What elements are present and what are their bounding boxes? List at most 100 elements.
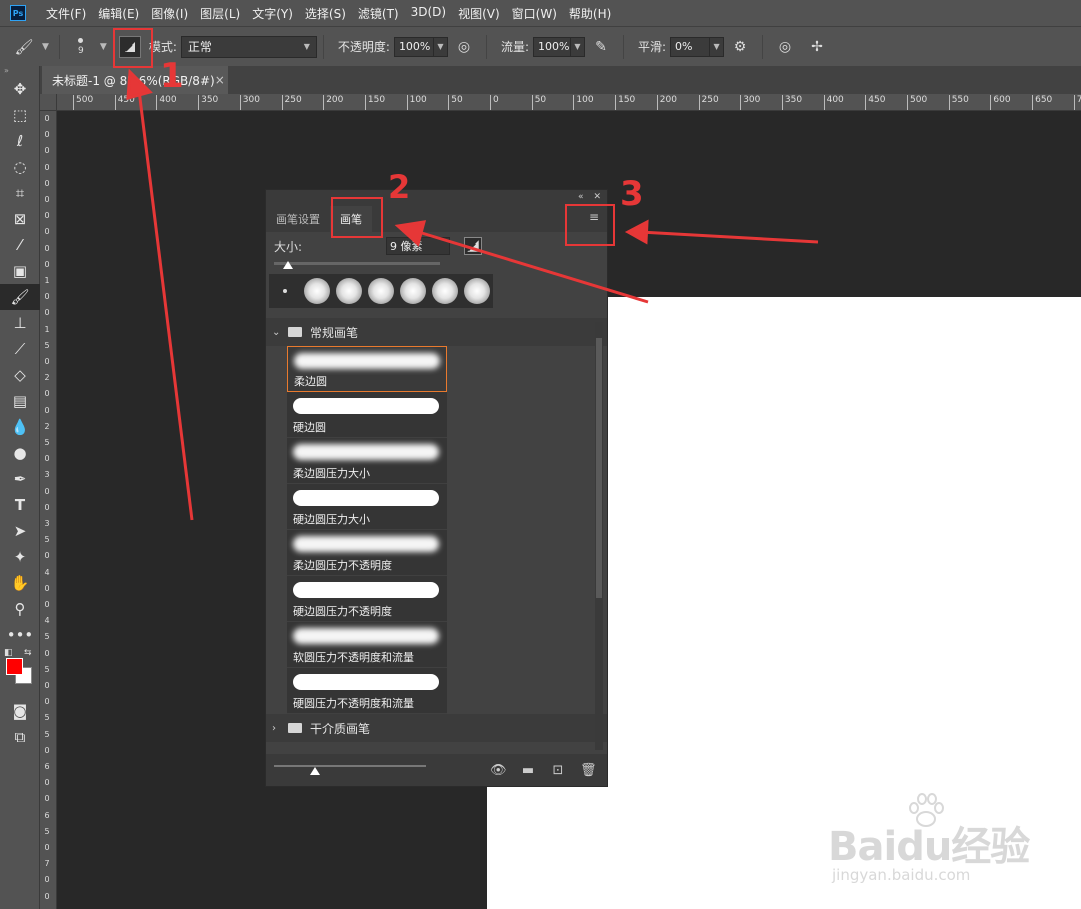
- recent-brush[interactable]: [333, 275, 365, 307]
- flow-input[interactable]: 100%: [532, 36, 571, 57]
- menu-item[interactable]: 3D(D): [405, 5, 452, 22]
- trash-icon[interactable]: 🗑: [580, 763, 597, 778]
- annotation-box-3: [565, 204, 615, 246]
- brush-group-folder[interactable]: › 干介质画笔: [266, 714, 607, 742]
- marquee-tool-icon[interactable]: ⬚: [0, 102, 40, 128]
- recent-brush[interactable]: [269, 275, 301, 307]
- new-brush-icon[interactable]: ⊡: [550, 763, 566, 778]
- recent-brush[interactable]: [301, 275, 333, 307]
- pressure-size-icon[interactable]: ◎: [773, 35, 797, 59]
- size-input[interactable]: 9 像素: [386, 237, 450, 255]
- airbrush-icon[interactable]: ✎: [589, 35, 613, 59]
- new-group-folder-icon[interactable]: ▬: [520, 763, 536, 778]
- type-tool-icon[interactable]: T: [0, 492, 40, 518]
- quick-selection-tool-icon[interactable]: ◌: [0, 154, 40, 180]
- brush-preset-item[interactable]: 柔边圆压力大小: [287, 438, 447, 484]
- recent-brush[interactable]: [429, 275, 461, 307]
- opacity-dropdown-button[interactable]: ▼: [433, 36, 448, 57]
- brush-preset-item[interactable]: 软圆压力不透明度和流量: [287, 622, 447, 668]
- chevron-down-icon[interactable]: ▼: [42, 42, 49, 52]
- brush-settings-toggle-icon[interactable]: [464, 237, 482, 255]
- custom-shape-tool-icon[interactable]: ✦: [0, 544, 40, 570]
- panel-footer: 👁 ▬ ⊡ 🗑: [266, 754, 607, 786]
- menu-item[interactable]: 帮助(H): [563, 5, 617, 22]
- brush-preset-item[interactable]: 硬边圆压力不透明度: [287, 576, 447, 622]
- foreground-color-swatch[interactable]: [6, 658, 23, 675]
- tab-brush-settings[interactable]: 画笔设置: [266, 206, 330, 232]
- menu-item[interactable]: 选择(S): [299, 5, 352, 22]
- menu-item[interactable]: 视图(V): [452, 5, 506, 22]
- quick-mask-icon[interactable]: ◙: [0, 698, 40, 724]
- document-tab[interactable]: 未标题-1 @ 82.6%(RGB/8#) ×: [42, 66, 228, 94]
- brush-preset-picker[interactable]: 9: [66, 30, 96, 64]
- pressure-opacity-icon[interactable]: ◎: [452, 35, 476, 59]
- menu-item[interactable]: 文字(Y): [246, 5, 299, 22]
- panel-collapse-icon[interactable]: »: [0, 66, 39, 76]
- mode-select[interactable]: 正常 ▼: [180, 35, 317, 58]
- clone-stamp-tool-icon[interactable]: ⊥: [0, 310, 40, 336]
- toggle-brush-preview-icon[interactable]: 👁: [490, 763, 507, 778]
- chevron-down-icon[interactable]: ⌄: [272, 327, 284, 338]
- zoom-tool-icon[interactable]: ⚲: [0, 596, 40, 622]
- blur-tool-icon[interactable]: 💧: [0, 414, 40, 440]
- swap-colors-icon[interactable]: ⇆: [24, 648, 32, 658]
- thumbnail-size-slider[interactable]: [274, 763, 426, 777]
- slider-knob[interactable]: [310, 767, 320, 775]
- brush-stroke-preview: [293, 582, 439, 598]
- ruler-tick-label: 0: [44, 357, 50, 366]
- path-selection-tool-icon[interactable]: ➤: [0, 518, 40, 544]
- brush-group-folder[interactable]: ⌄ 常规画笔: [266, 318, 607, 346]
- close-icon[interactable]: ×: [215, 73, 225, 87]
- screen-mode-icon[interactable]: ⧉: [0, 724, 40, 750]
- crop-tool-icon[interactable]: ⌗: [0, 180, 40, 206]
- brush-list-scrollbar[interactable]: [595, 322, 603, 750]
- symmetry-butterfly-icon[interactable]: ✢: [805, 35, 829, 59]
- gradient-tool-icon[interactable]: ▤: [0, 388, 40, 414]
- default-colors-icon[interactable]: ◧: [4, 648, 13, 658]
- collapse-panel-icon[interactable]: «: [578, 192, 584, 202]
- size-slider[interactable]: [274, 260, 599, 272]
- dodge-tool-icon[interactable]: ●: [0, 440, 40, 466]
- pen-tool-icon[interactable]: ✒: [0, 466, 40, 492]
- scrollbar-thumb[interactable]: [596, 338, 602, 598]
- divider: [58, 34, 60, 59]
- menu-item[interactable]: 文件(F): [40, 5, 92, 22]
- brush-preset-item[interactable]: 硬圆压力不透明度和流量: [287, 668, 447, 714]
- recent-brush[interactable]: [397, 275, 429, 307]
- gear-icon[interactable]: ⚙: [728, 35, 752, 59]
- hand-tool-icon[interactable]: ✋: [0, 570, 40, 596]
- eraser-tool-icon[interactable]: ◇: [0, 362, 40, 388]
- brush-preset-item[interactable]: 柔边圆压力不透明度: [287, 530, 447, 576]
- ruler-tick-label: 5: [44, 535, 50, 545]
- brush-tool-preset-icon[interactable]: 🖌: [10, 33, 38, 61]
- divider: [322, 34, 324, 59]
- menu-item[interactable]: 窗口(W): [506, 5, 563, 22]
- slider-knob[interactable]: [283, 261, 293, 269]
- frame-tool-icon[interactable]: ⊠: [0, 206, 40, 232]
- smoothing-input[interactable]: 0%: [670, 36, 711, 57]
- brush-tool-icon[interactable]: 🖌: [0, 284, 40, 310]
- smoothing-dropdown-button[interactable]: ▼: [710, 36, 725, 57]
- opacity-input[interactable]: 100%: [393, 36, 434, 57]
- history-brush-tool-icon[interactable]: ⟋: [0, 336, 40, 362]
- brush-preset-item[interactable]: 硬边圆: [287, 392, 447, 438]
- brush-preset-item[interactable]: 硬边圆压力大小: [287, 484, 447, 530]
- recent-brush[interactable]: [365, 275, 397, 307]
- lasso-tool-icon[interactable]: ℓ: [0, 128, 40, 154]
- flow-dropdown-button[interactable]: ▼: [570, 36, 585, 57]
- eyedropper-tool-icon[interactable]: ⁄: [0, 232, 40, 258]
- more-tools-icon[interactable]: •••: [0, 622, 40, 648]
- healing-brush-tool-icon[interactable]: ▣: [0, 258, 40, 284]
- annotation-box-1: [113, 28, 153, 68]
- move-tool-icon[interactable]: ✥: [0, 76, 40, 102]
- close-panel-icon[interactable]: ✕: [593, 192, 601, 202]
- brush-preset-item[interactable]: 柔边圆: [287, 346, 447, 392]
- menu-item[interactable]: 图层(L): [194, 5, 246, 22]
- watermark-brand: Baidu经验: [828, 824, 1030, 870]
- chevron-right-icon[interactable]: ›: [272, 723, 284, 734]
- chevron-down-icon[interactable]: ▼: [100, 42, 107, 52]
- menu-item[interactable]: 编辑(E): [92, 5, 145, 22]
- menu-item[interactable]: 滤镜(T): [352, 5, 405, 22]
- recent-brush[interactable]: [461, 275, 493, 307]
- menu-item[interactable]: 图像(I): [145, 5, 194, 22]
